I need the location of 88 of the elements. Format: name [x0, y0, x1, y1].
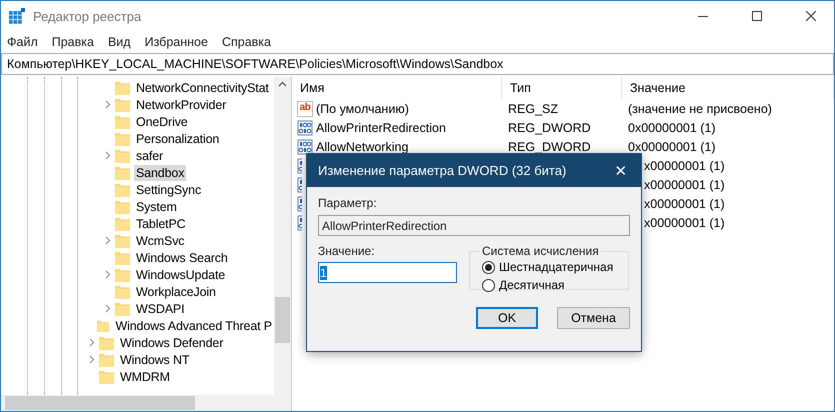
folder-icon — [99, 336, 114, 350]
value-data: x00000001 (1) — [643, 158, 725, 172]
folder-icon — [115, 166, 130, 180]
value-data: 0x00000001 (1) — [627, 140, 716, 154]
chevron-icon[interactable] — [105, 270, 111, 279]
menu-item[interactable]: Избранное — [144, 35, 208, 49]
address-bar[interactable]: Компьютер\HKEY_LOCAL_MACHINE\SOFTWARE\Policies\Microsoft\Windows\Sandbox — [1, 53, 834, 75]
horizontal-scrollbar[interactable] — [1, 395, 291, 411]
folder-icon — [115, 98, 130, 112]
chevron-icon[interactable] — [105, 304, 111, 313]
folder-icon — [115, 268, 130, 282]
value-data: x00000001 (1) — [643, 216, 725, 230]
value-data: x00000001 (1) — [643, 196, 725, 210]
value-name[interactable]: AllowNetworking — [316, 140, 408, 154]
folder-icon — [115, 114, 130, 128]
folder-icon — [115, 132, 130, 146]
folder-icon — [99, 370, 114, 384]
folder-icon — [115, 216, 130, 230]
radio-option[interactable]: Шестнадцатеричная — [482, 260, 616, 274]
tree-item[interactable]: NetworkProvider — [134, 96, 228, 112]
tree-item[interactable]: Windows Advanced Threat P — [113, 318, 274, 334]
dialog-button[interactable]: OK — [476, 307, 538, 329]
menu-item[interactable]: Вид — [108, 35, 131, 49]
folder-icon — [115, 234, 130, 248]
window-title: Редактор реестра — [33, 8, 142, 24]
group-label: Система исчисления — [481, 244, 600, 258]
close-icon[interactable] — [806, 11, 816, 21]
chevron-icon[interactable] — [105, 100, 111, 109]
column-header[interactable]: Тип — [502, 77, 622, 99]
radio-icon[interactable] — [482, 260, 495, 274]
tree-item[interactable]: WindowsUpdate — [134, 266, 228, 282]
menu-item[interactable]: Файл — [7, 35, 38, 49]
menu-item[interactable]: Правка — [52, 35, 94, 49]
chevron-icon[interactable] — [105, 151, 111, 160]
folder-icon — [115, 80, 130, 94]
tree-item[interactable]: Windows Search — [134, 250, 230, 266]
tree-item[interactable]: Windows Defender — [118, 334, 226, 350]
folder-icon — [115, 250, 130, 264]
value-type: REG_DWORD — [507, 140, 591, 154]
value-data: 0x00000001 (1) — [627, 120, 716, 134]
folder-icon — [99, 352, 114, 366]
radio-option[interactable]: Десятичная — [482, 278, 616, 292]
maximize-icon[interactable] — [752, 11, 762, 21]
value-name[interactable]: AllowPrinterRedirection — [316, 120, 446, 134]
value-type: REG_DWORD — [507, 120, 591, 134]
dialog-title: Изменение параметра DWORD (32 бита) — [318, 163, 566, 178]
tree-item[interactable]: WcmSvc — [134, 232, 186, 248]
tree-item[interactable]: safer — [134, 148, 166, 164]
tree-item[interactable]: Personalization — [134, 130, 222, 146]
tree-item[interactable]: Sandbox — [134, 164, 186, 180]
dialog-button[interactable]: Отмена — [557, 307, 630, 329]
binary-value-icon — [297, 138, 313, 154]
value-field[interactable]: 1 — [318, 262, 457, 283]
folder-icon — [115, 302, 130, 316]
folder-icon — [115, 200, 130, 214]
folder-icon — [115, 182, 130, 196]
folder-icon — [115, 284, 130, 298]
string-value-icon: ab — [297, 100, 313, 116]
column-header[interactable]: Имя — [292, 77, 502, 99]
tree-item[interactable]: TabletPC — [134, 216, 188, 232]
tree-item[interactable]: OneDrive — [134, 114, 190, 130]
close-button[interactable]: ✕ — [601, 162, 641, 180]
value-type: REG_SZ — [507, 102, 558, 116]
scroll-thumb[interactable] — [5, 396, 195, 410]
binary-value-icon — [297, 120, 313, 136]
value-name[interactable]: (По умолчанию) — [316, 102, 409, 116]
scroll-thumb[interactable] — [275, 297, 290, 343]
field-label: Параметр: — [318, 196, 378, 210]
column-header[interactable]: Значение — [622, 77, 834, 99]
tree-item[interactable]: Windows NT — [118, 352, 192, 368]
scroll-up-icon[interactable] — [278, 81, 287, 87]
tree-item[interactable]: WMDRM — [118, 368, 172, 384]
tree-item[interactable]: System — [134, 198, 179, 214]
menu-item[interactable]: Справка — [222, 35, 271, 49]
tree-item[interactable]: SettingSync — [134, 182, 204, 198]
chevron-icon[interactable] — [105, 236, 111, 245]
folder-icon — [96, 318, 110, 332]
tree-item[interactable]: WSDAPI — [134, 300, 186, 316]
field-label: Значение: — [318, 244, 376, 258]
app-icon — [9, 8, 25, 24]
tree-item[interactable]: WorkplaceJoin — [134, 284, 218, 300]
radio-icon[interactable] — [482, 278, 495, 292]
value-data: (значение не присвоено) — [627, 102, 772, 116]
vertical-scrollbar[interactable] — [274, 77, 291, 395]
value-data: x00000001 (1) — [643, 178, 725, 192]
folder-icon — [115, 148, 130, 162]
name-field: AllowPrinterRedirection — [318, 215, 630, 236]
tree-item[interactable]: NetworkConnectivityStat — [134, 80, 271, 96]
